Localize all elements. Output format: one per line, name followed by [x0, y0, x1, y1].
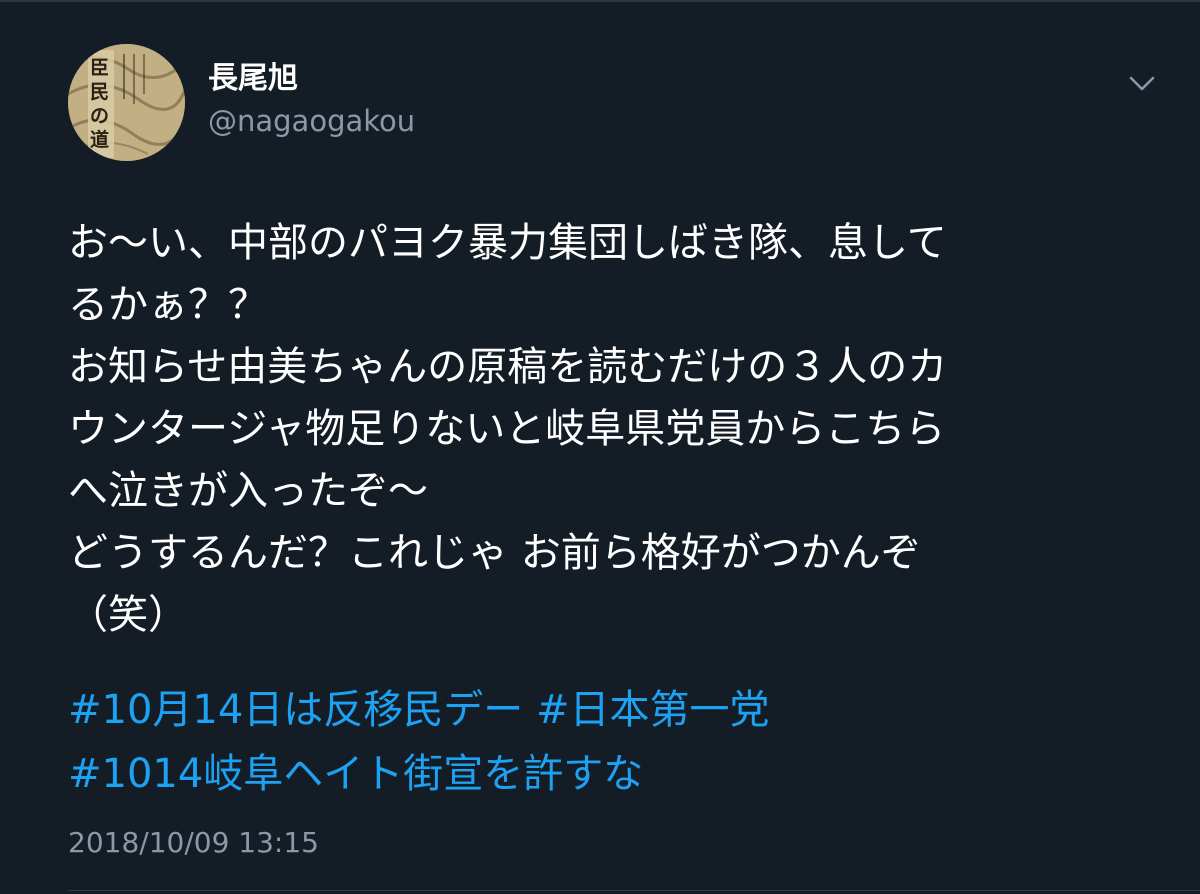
- tweet-text: お〜い、中部のパヨク暴力集団しばき隊、息して るかぁ？？ お知らせ由美ちゃんの原…: [68, 212, 1138, 646]
- tweet-menu-button[interactable]: [1124, 68, 1160, 98]
- tweet-text-line: お知らせ由美ちゃんの原稿を読むだけの３人のカ: [68, 344, 948, 390]
- divider: [68, 890, 1200, 891]
- tweet-text-line: るかぁ？？: [68, 282, 268, 328]
- hashtag-link[interactable]: #日本第一党: [536, 687, 770, 733]
- user-handle[interactable]: @nagaogakou: [208, 104, 415, 138]
- tweet-timestamp[interactable]: 2018/10/09 13:15: [68, 826, 319, 860]
- hashtag-list: #10月14日は反移民デー #日本第一党 #1014岐阜ヘイト街宣を許すな: [68, 678, 770, 806]
- avatar-title: 臣民の道: [90, 57, 110, 151]
- tweet-text-line: へ泣きが入ったぞ〜: [68, 468, 428, 514]
- chevron-down-icon: [1129, 76, 1155, 91]
- user-avatar[interactable]: 臣民の道: [68, 44, 185, 161]
- hashtag-link[interactable]: #1014岐阜ヘイト街宣を許すな: [68, 751, 643, 797]
- tweet-text-line: ウンタージャ物足りないと岐阜県党員からこちら: [68, 406, 946, 452]
- display-name[interactable]: 長尾旭: [208, 62, 298, 96]
- book-cover-avatar-icon: [68, 44, 185, 161]
- tweet-text-line: お〜い、中部のパヨク暴力集団しばき隊、息して: [68, 220, 947, 266]
- tweet-text-line: どうするんだ？これじゃ お前ら格好がつかんぞ: [68, 530, 921, 576]
- hashtag-link[interactable]: #10月14日は反移民デー: [68, 687, 523, 733]
- tweet-text-line: （笑）: [68, 592, 188, 638]
- tweet-card: 臣民の道 長尾旭 @nagaogakou お〜い、中部のパヨク暴力集団しばき隊、…: [0, 0, 1200, 894]
